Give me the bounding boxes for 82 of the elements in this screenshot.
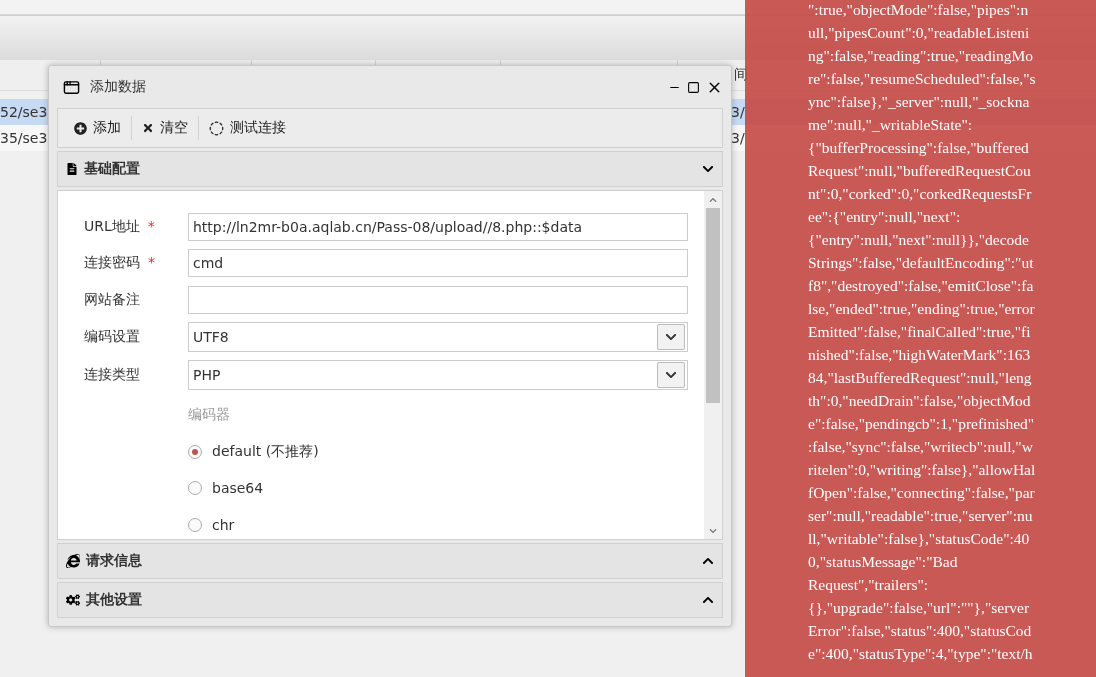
log-line: re":false,"resumeScheduled":false,"s [808, 69, 1036, 89]
log-line: Request":null,"bufferedRequestCou [808, 161, 1031, 181]
maximize-icon[interactable] [687, 80, 700, 94]
window-title: 添加数据 [90, 78, 147, 96]
log-line: ":true,"objectMode":false,"pipes":n [808, 0, 1029, 20]
field-label: 编码设置 [84, 328, 140, 346]
select-field[interactable]: UTF8 [188, 322, 688, 352]
toolbar-button[interactable]: 清空 [132, 115, 198, 141]
log-line: ync":false},"_server":null,"_sockna [808, 92, 1030, 112]
dropdown-button[interactable] [657, 362, 685, 388]
chevron-down-icon[interactable] [702, 163, 714, 175]
field-label: URL地址 [84, 218, 140, 237]
log-line: Request","trailers": [808, 575, 929, 595]
input-field[interactable]: http://ln2mr-b0a.aqlab.cn/Pass-08/upload//8.php::$data [188, 213, 688, 242]
section-header[interactable]: 请求信息 [57, 543, 723, 579]
field-label: 连接密码 [84, 254, 140, 273]
field-label: 连接类型 [84, 366, 140, 384]
chevron-up-icon[interactable] [702, 555, 714, 567]
input-field[interactable] [188, 285, 688, 314]
log-line: lse,"ended":true,"ending":true,"error [808, 299, 1035, 319]
log-line: fOpen":false,"connecting":false,"par [808, 483, 1035, 503]
log-line: Strings":false,"defaultEncoding":"ut [808, 253, 1034, 273]
section-header[interactable]: 基础配置 [57, 151, 723, 187]
section-title: 其他设置 [86, 591, 143, 609]
required-mark: * [148, 254, 155, 273]
select-field[interactable]: PHP [188, 360, 688, 390]
close-icon [142, 122, 154, 134]
select-value: UTF8 [193, 329, 229, 345]
log-line: {"entry":null,"next":null}},"decode [808, 230, 1029, 250]
log-line: Emitted":false,"finalCalled":true,"fi [808, 322, 1031, 342]
radio-button[interactable] [188, 481, 202, 496]
log-line: ee":{"entry":null,"next": [808, 207, 961, 227]
log-line: {"bufferProcessing":false,"buffered [808, 138, 1029, 158]
log-line: ritelen":0,"writing":false},"allowHal [808, 460, 1036, 480]
radio-option[interactable]: base64 [188, 474, 688, 503]
radio-option[interactable]: chr [188, 510, 688, 539]
radio-button[interactable] [188, 517, 202, 532]
radio-option[interactable]: default (不推荐) [188, 438, 688, 467]
log-line: e":400,"statusType":4,"type":"text/h [808, 644, 1033, 664]
select-value: PHP [193, 367, 221, 383]
spinner-icon [209, 120, 224, 136]
table-cell-text: 3/ [731, 104, 746, 120]
field-label: 网站备注 [84, 290, 140, 309]
toolbar-button[interactable]: 测试连接 [199, 115, 296, 141]
chevron-down-icon [665, 369, 677, 381]
log-line: 0,"statusMessage":"Bad [808, 552, 958, 572]
log-line: ull,"pipesCount":0,"readableListeni [808, 23, 1030, 43]
scroll-down-icon[interactable] [709, 527, 717, 535]
log-line: f8","destroyed":false,"emitClose":fa [808, 276, 1034, 296]
window-icon [63, 78, 80, 96]
scroll-up-icon[interactable] [709, 196, 717, 204]
log-line: ll,"writable":false},"statusCode":40 [808, 529, 1030, 549]
log-line: Error":false,"status":400,"statusCod [808, 621, 1032, 641]
log-line: ser":null,"readable":true,"server":nu [808, 506, 1033, 526]
required-mark: * [147, 218, 155, 237]
log-line: nished":false,"highWaterMark":163 [808, 345, 1031, 365]
radio-button[interactable] [188, 445, 202, 460]
group-label: 编码器 [188, 406, 231, 424]
table-cell: 35/se3 [0, 130, 48, 146]
browser-icon [66, 554, 80, 568]
section-title: 请求信息 [86, 552, 143, 570]
log-line: e":false,"pendingcb":1,"prefinished" [808, 414, 1035, 434]
log-line: :false,"sync":false,"writecb":null,"w [808, 437, 1033, 457]
log-line: 84,"lastBufferedRequest":null,"leng [808, 368, 1032, 388]
dropdown-button[interactable] [657, 324, 685, 350]
add-icon [74, 121, 87, 135]
section-title: 基础配置 [84, 160, 141, 178]
log-line: ng":false,"reading":true,"readingMo [808, 46, 1033, 66]
log-line: me":null,"_writableState": [808, 115, 973, 135]
section-header[interactable]: 其他设置 [57, 582, 723, 618]
gears-icon [66, 593, 80, 607]
log-line: th":0,"needDrain":false,"objectMod [808, 391, 1031, 411]
table-cell-text: 3/ [731, 130, 746, 146]
log-line: {},"upgrade":false,"url":""},"server [808, 598, 1030, 618]
chevron-down-icon [665, 331, 677, 343]
table-cell: 52/se3 [0, 104, 48, 120]
input-field[interactable]: cmd [188, 249, 688, 278]
document-icon [66, 163, 78, 175]
chevron-up-icon[interactable] [702, 594, 714, 606]
log-line: nt":0,"corked":0,"corkedRequestsFr [808, 184, 1032, 204]
scrollbar[interactable] [704, 191, 722, 539]
toolbar-button[interactable]: 添加 [64, 115, 131, 141]
